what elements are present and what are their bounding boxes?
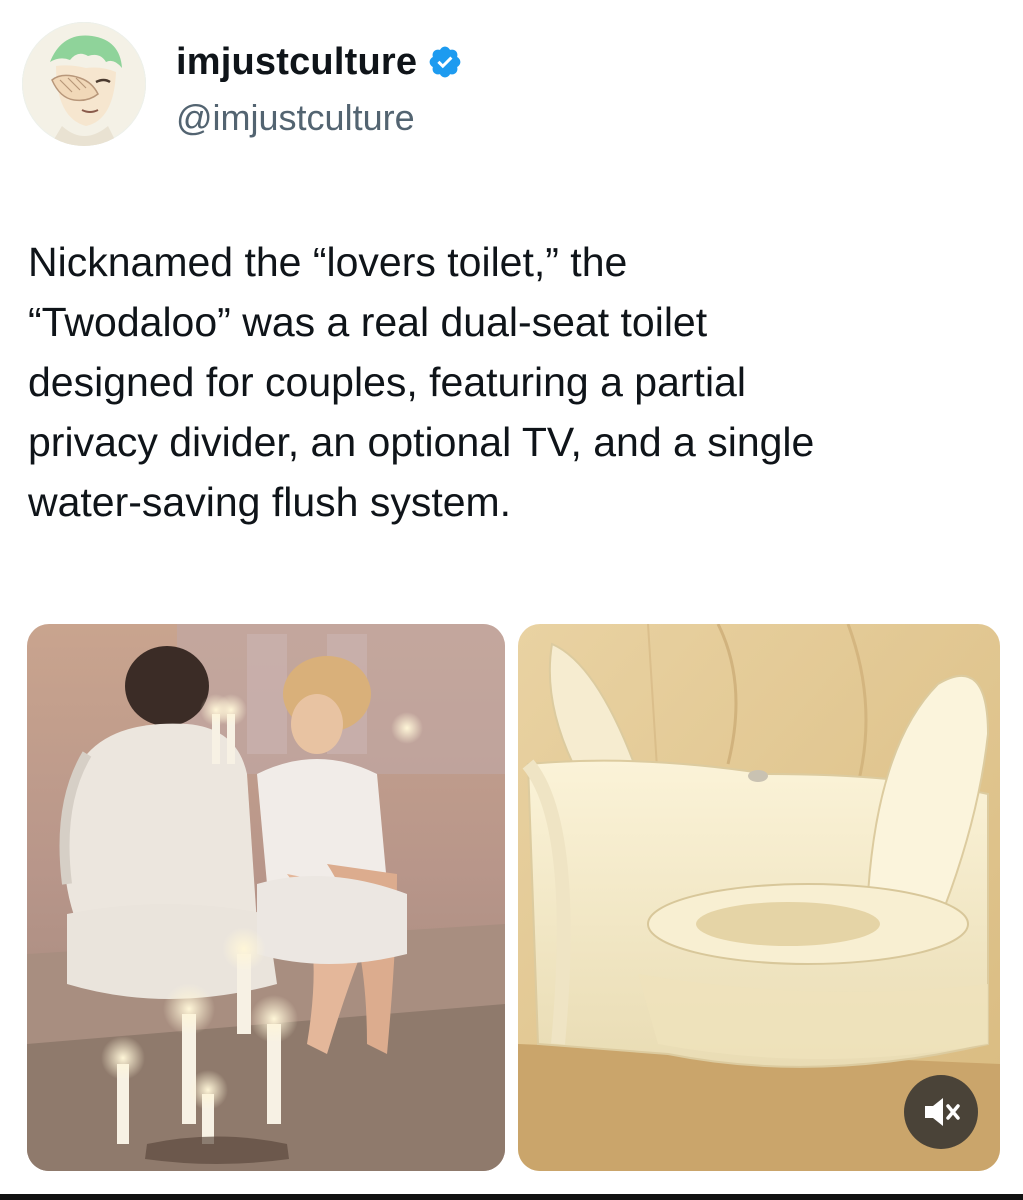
- verified-badge-icon: [427, 44, 463, 80]
- post: imjustculture @imjustculture Nicknamed t…: [0, 0, 1023, 1200]
- author-handle[interactable]: @imjustculture: [176, 96, 415, 140]
- avatar-anime-character-icon: [22, 22, 146, 146]
- mute-icon: [925, 1098, 960, 1126]
- author-avatar[interactable]: [22, 22, 146, 146]
- bottom-divider: [0, 1194, 1023, 1200]
- post-text: Nicknamed the “lovers toilet,” the “Twod…: [28, 239, 815, 525]
- mute-button[interactable]: [904, 1075, 978, 1149]
- author-name-row: imjustculture: [176, 40, 463, 84]
- post-image-left[interactable]: [27, 624, 505, 1171]
- photo-icon: [27, 624, 505, 1171]
- author-display-name[interactable]: imjustculture: [176, 40, 417, 84]
- post-video-right[interactable]: [518, 624, 1000, 1171]
